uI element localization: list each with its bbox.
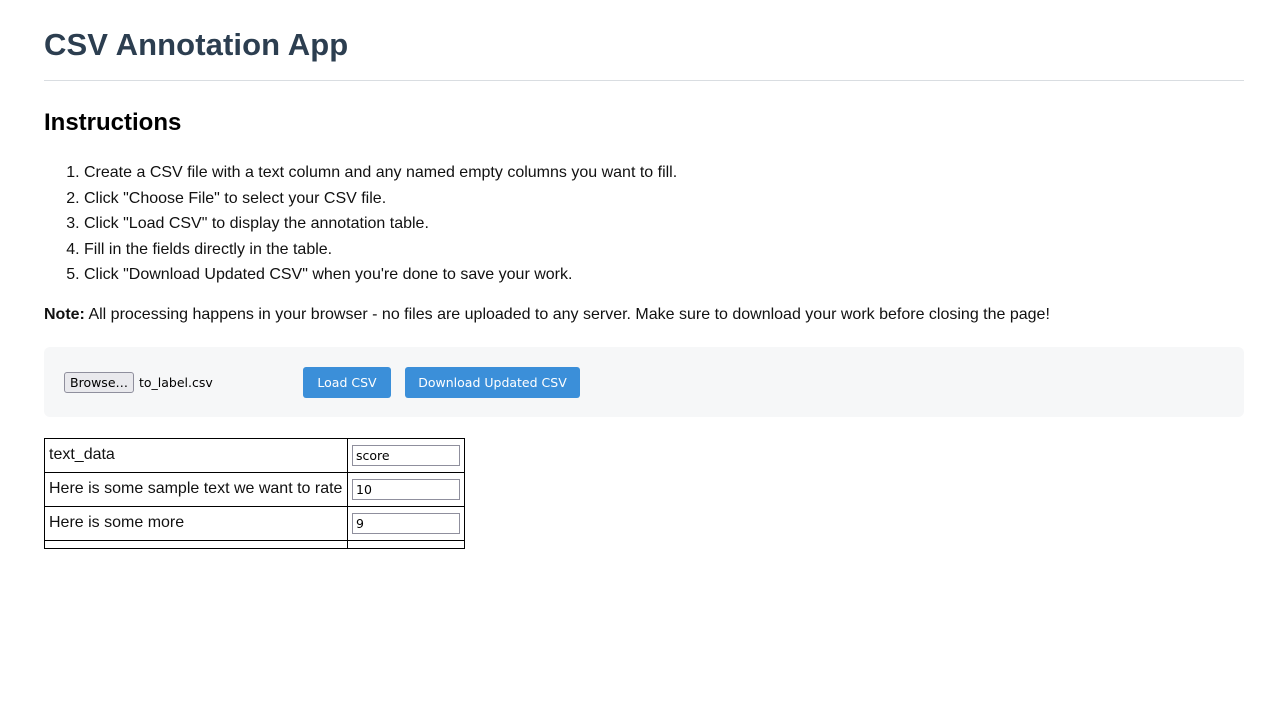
annotation-table: text_data Here is some sample text we wa… [44, 437, 465, 549]
table-row: Here is some sample text we want to rate [44, 471, 465, 507]
controls-panel: Browse… to_label.csv Load CSV Download U… [44, 346, 1244, 417]
instruction-step: Click "Download Updated CSV" when you're… [84, 262, 1244, 288]
instruction-step: Click "Load CSV" to display the annotati… [84, 211, 1244, 237]
page-title: CSV Annotation App [44, 27, 349, 62]
input-cell [347, 539, 465, 549]
browse-button[interactable]: Browse… [64, 371, 135, 393]
text-cell: text_data [44, 437, 348, 473]
table-row: text_data [44, 437, 465, 473]
load-csv-button[interactable]: Load CSV [303, 366, 391, 398]
note-label: Note: [44, 305, 85, 323]
table-row: Here is some more [44, 505, 465, 541]
text-cell: Here is some sample text we want to rate [44, 471, 348, 507]
privacy-note: Note: All processing happens in your bro… [44, 305, 1244, 325]
instruction-step: Fill in the fields directly in the table… [84, 237, 1244, 263]
input-cell [347, 437, 465, 473]
input-cell [347, 505, 465, 541]
table-row [44, 539, 465, 549]
instructions-heading: Instructions [44, 109, 182, 136]
instruction-step: Create a CSV file with a text column and… [84, 160, 1244, 186]
selected-file-name: to_label.csv [139, 374, 213, 390]
score-input[interactable] [352, 444, 460, 466]
download-csv-button[interactable]: Download Updated CSV [405, 366, 580, 398]
instruction-step: Click "Choose File" to select your CSV f… [84, 186, 1244, 212]
page: CSV Annotation App Instructions Create a… [0, 0, 1281, 549]
input-cell [347, 471, 465, 507]
score-input[interactable] [352, 478, 460, 500]
note-text: All processing happens in your browser -… [84, 305, 1050, 323]
text-cell [44, 539, 348, 549]
instructions-list: Create a CSV file with a text column and… [44, 160, 1244, 288]
score-input[interactable] [352, 512, 460, 534]
text-cell: Here is some more [44, 505, 348, 541]
title-divider [44, 80, 1244, 81]
